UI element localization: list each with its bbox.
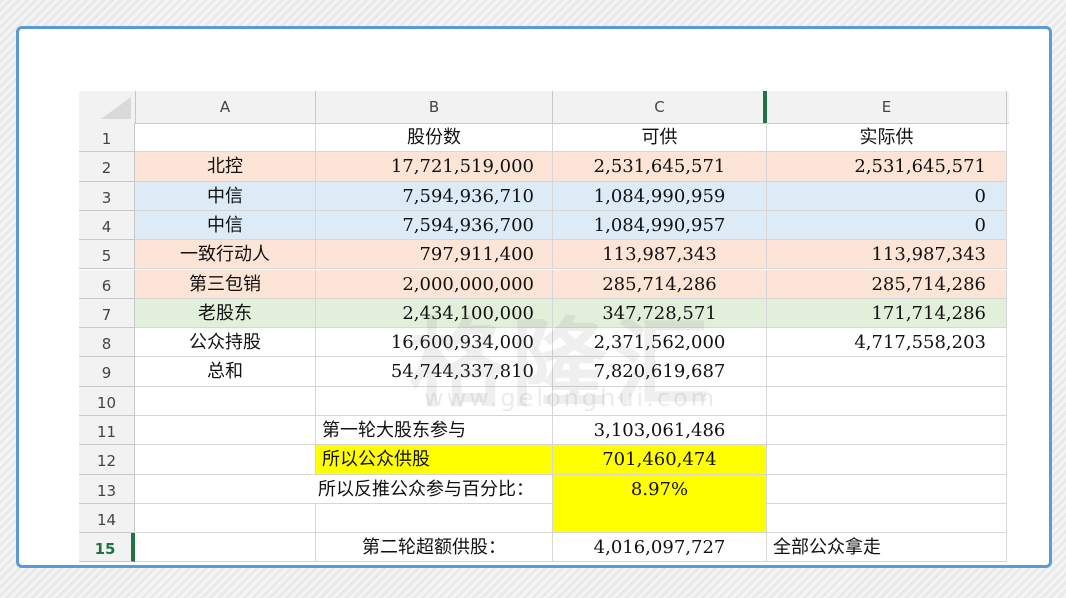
cell-b12[interactable]: 所以公众供股	[316, 445, 553, 475]
cell-e2[interactable]: 2,531,645,571	[767, 152, 1007, 182]
cell-c14[interactable]	[553, 503, 767, 534]
row-header[interactable]: 6	[79, 269, 135, 299]
cell-c4[interactable]: 1,084,990,957	[553, 210, 767, 241]
cell-a9[interactable]: 总和	[135, 357, 316, 387]
cell-c3[interactable]: 1,084,990,959	[553, 181, 767, 211]
cell-b9[interactable]: 54,744,337,810	[316, 357, 553, 387]
row-header[interactable]: 9	[79, 357, 135, 387]
cell-c12[interactable]: 701,460,474	[553, 445, 767, 475]
cell-a14[interactable]	[135, 503, 316, 534]
row-header[interactable]: 3	[79, 181, 135, 211]
table-row: 3 中信 7,594,936,710 1,084,990,959 0	[79, 181, 1009, 211]
column-header-a[interactable]: A	[135, 91, 316, 123]
cell-c6[interactable]: 285,714,286	[553, 269, 767, 299]
table-row: 2 北控 17,721,519,000 2,531,645,571 2,531,…	[79, 152, 1009, 182]
row-header[interactable]: 12	[79, 445, 135, 475]
cell-a5[interactable]: 一致行动人	[135, 240, 316, 270]
row-header[interactable]: 5	[79, 240, 135, 270]
cell-c13[interactable]: 8.97%	[553, 474, 767, 504]
table-row: 4 中信 7,594,936,700 1,084,990,957 0	[79, 210, 1009, 241]
cell-e7[interactable]: 171,714,286	[767, 298, 1007, 329]
cell-c9[interactable]: 7,820,619,687	[553, 357, 767, 387]
cell-b10[interactable]	[316, 386, 553, 416]
cell-b11[interactable]: 第一轮大股东参与	[316, 416, 553, 446]
cell-b2[interactable]: 17,721,519,000	[316, 152, 553, 182]
cell-a8[interactable]: 公众持股	[135, 328, 316, 358]
row-header[interactable]: 7	[79, 298, 135, 329]
cell-e9[interactable]	[767, 357, 1007, 387]
column-header-e[interactable]: E	[763, 91, 1007, 123]
cell-c5[interactable]: 113,987,343	[553, 240, 767, 270]
slide-frame: A B C E 1 股份数 可供 实际供 2 北控 17,721,519,000…	[16, 26, 1052, 568]
cell-b6[interactable]: 2,000,000,000	[316, 269, 553, 299]
row-header[interactable]: 8	[79, 328, 135, 358]
cell-a15[interactable]	[135, 533, 316, 563]
table-row: 15 第二轮超额供股： 4,016,097,727 全部公众拿走	[79, 533, 1009, 563]
table-row: 5 一致行动人 797,911,400 113,987,343 113,987,…	[79, 240, 1009, 270]
cell-a7[interactable]: 老股东	[135, 298, 316, 329]
table-row: 6 第三包销 2,000,000,000 285,714,286 285,714…	[79, 269, 1009, 299]
cell-c7[interactable]: 347,728,571	[553, 298, 767, 329]
cell-e8[interactable]: 4,717,558,203	[767, 328, 1007, 358]
table-row: 8 公众持股 16,600,934,000 2,371,562,000 4,71…	[79, 328, 1009, 358]
cell-e13[interactable]	[767, 474, 1007, 504]
cell-e5[interactable]: 113,987,343	[767, 240, 1007, 270]
row-header[interactable]: 11	[79, 416, 135, 446]
row-header[interactable]: 2	[79, 152, 135, 182]
cell-c10[interactable]	[553, 386, 767, 416]
cell-a4[interactable]: 中信	[135, 210, 316, 241]
table-row: 11 第一轮大股东参与 3,103,061,486	[79, 416, 1009, 446]
table-row: 12 所以公众供股 701,460,474	[79, 445, 1009, 475]
row-header[interactable]: 14	[79, 503, 135, 534]
cell-c8[interactable]: 2,371,562,000	[553, 328, 767, 358]
cell-a13-b13[interactable]: 所以反推公众参与百分比：	[135, 474, 553, 504]
column-header-b[interactable]: B	[316, 91, 553, 123]
cell-e15[interactable]: 全部公众拿走	[767, 533, 1007, 563]
cell-c2[interactable]: 2,531,645,571	[553, 152, 767, 182]
column-header-row: A B C E	[79, 91, 1009, 124]
select-all-corner[interactable]	[79, 91, 136, 123]
row-header[interactable]: 10	[79, 386, 135, 416]
cell-e14[interactable]	[767, 503, 1007, 534]
cell-b14[interactable]	[316, 503, 553, 534]
cell-b3[interactable]: 7,594,936,710	[316, 181, 553, 211]
cell-a11[interactable]	[135, 416, 316, 446]
cell-e6[interactable]: 285,714,286	[767, 269, 1007, 299]
row-header[interactable]: 4	[79, 210, 135, 241]
cell-e1[interactable]: 实际供	[767, 123, 1007, 153]
cell-e4[interactable]: 0	[767, 210, 1007, 241]
cell-a6[interactable]: 第三包销	[135, 269, 316, 299]
cell-c11[interactable]: 3,103,061,486	[553, 416, 767, 446]
cell-e11[interactable]	[767, 416, 1007, 446]
row-header[interactable]: 1	[79, 123, 135, 153]
table-row: 10	[79, 386, 1009, 416]
table-row: 7 老股东 2,434,100,000 347,728,571 171,714,…	[79, 298, 1009, 329]
cell-a3[interactable]: 中信	[135, 181, 316, 211]
cell-b15[interactable]: 第二轮超额供股：	[316, 533, 553, 563]
spreadsheet: A B C E 1 股份数 可供 实际供 2 北控 17,721,519,000…	[79, 91, 1009, 563]
cell-e10[interactable]	[767, 386, 1007, 416]
table-row: 13 所以反推公众参与百分比： 8.97%	[79, 474, 1009, 504]
cell-b1[interactable]: 股份数	[316, 123, 553, 153]
cell-a1[interactable]	[135, 123, 316, 153]
cell-e3[interactable]: 0	[767, 181, 1007, 211]
table-row: 14	[79, 503, 1009, 534]
row-header[interactable]: 15	[79, 533, 135, 563]
cell-a2[interactable]: 北控	[135, 152, 316, 182]
cell-b5[interactable]: 797,911,400	[316, 240, 553, 270]
cell-b7[interactable]: 2,434,100,000	[316, 298, 553, 329]
table-row: 9 总和 54,744,337,810 7,820,619,687	[79, 357, 1009, 387]
column-header-c[interactable]: C	[553, 91, 767, 123]
cell-a10[interactable]	[135, 386, 316, 416]
cell-e12[interactable]	[767, 445, 1007, 475]
table-row: 1 股份数 可供 实际供	[79, 123, 1009, 153]
select-all-triangle-icon	[101, 97, 131, 119]
cell-b4[interactable]: 7,594,936,700	[316, 210, 553, 241]
cell-c1[interactable]: 可供	[553, 123, 767, 153]
cell-b8[interactable]: 16,600,934,000	[316, 328, 553, 358]
cell-a12[interactable]	[135, 445, 316, 475]
row-header[interactable]: 13	[79, 474, 135, 504]
cell-c15[interactable]: 4,016,097,727	[553, 533, 767, 563]
